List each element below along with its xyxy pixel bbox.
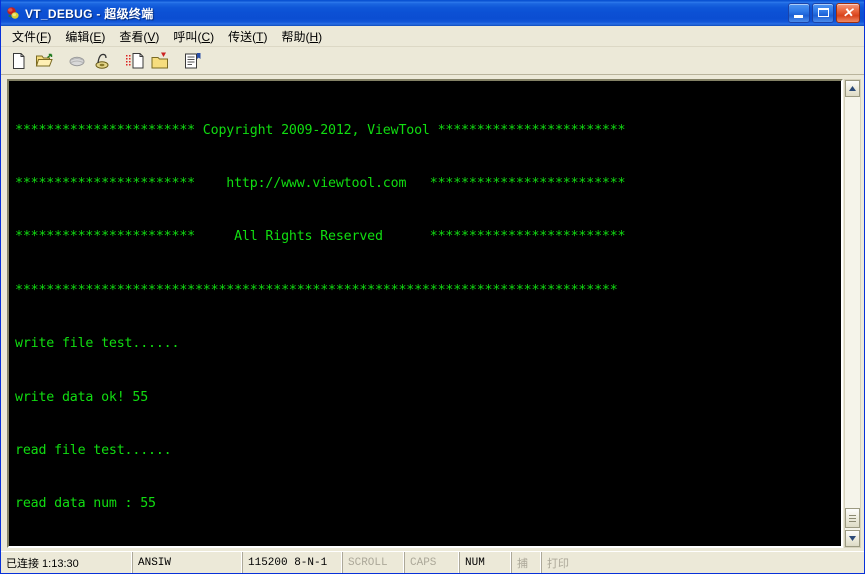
toolbar-separator <box>173 50 181 72</box>
toolbar-separator <box>57 50 65 72</box>
terminal-line: read file test...... <box>15 442 172 458</box>
minimize-button[interactable] <box>788 3 810 23</box>
window-controls: ✕ <box>788 3 862 23</box>
terminal-line: read data num : 55 <box>15 496 156 512</box>
status-print: 打印 <box>547 557 569 570</box>
menu-edit-label: 编辑 <box>65 29 90 44</box>
status-line-settings: 115200 8-N-1 <box>243 552 343 573</box>
menu-file-mnemonic: F <box>40 29 48 44</box>
scrollbar-grip-icon <box>849 514 856 522</box>
menu-view-mnemonic: V <box>147 29 156 44</box>
close-button[interactable]: ✕ <box>836 3 860 23</box>
client-area: *********************** Copyright 2009-2… <box>1 75 864 551</box>
status-caps: CAPS <box>405 552 460 573</box>
call-icon[interactable] <box>65 50 89 72</box>
menu-call-label: 呼叫 <box>173 29 198 44</box>
terminal-line: *********************** All Rights Reser… <box>15 229 626 245</box>
scroll-down-icon[interactable] <box>845 530 860 547</box>
terminal-line: *********************** Copyright 2009-2… <box>15 122 626 138</box>
menu-file-label: 文件 <box>12 29 37 44</box>
menu-help-mnemonic: H <box>309 29 319 44</box>
send-file-icon[interactable] <box>123 50 147 72</box>
terminal-output[interactable]: *********************** Copyright 2009-2… <box>9 81 841 546</box>
status-bar: 已连接 1:13:30 ANSIW 115200 8-N-1 SCROLL CA… <box>1 551 864 573</box>
title-bar[interactable]: VT_DEBUG - 超级终端 ✕ <box>1 0 864 26</box>
menu-bar: 文件(F) 编辑(E) 查看(V) 呼叫(C) 传送(T) 帮助(H) <box>1 26 864 47</box>
open-folder-icon[interactable] <box>32 50 56 72</box>
maximize-button[interactable] <box>812 3 834 23</box>
scroll-up-icon[interactable] <box>845 80 860 97</box>
status-capture: 捕 <box>512 552 542 573</box>
toolbar <box>1 47 864 75</box>
window-title: VT_DEBUG - 超级终端 <box>25 6 154 21</box>
status-num: NUM <box>460 552 512 573</box>
disconnect-icon[interactable] <box>90 50 114 72</box>
menu-transfer-mnemonic: T <box>256 29 264 44</box>
scrollbar-thumb[interactable] <box>845 508 860 528</box>
toolbar-separator <box>115 50 123 72</box>
scrollbar-track[interactable] <box>845 97 860 530</box>
properties-icon[interactable] <box>181 50 205 72</box>
status-scroll: SCROLL <box>343 552 405 573</box>
menu-edit-mnemonic: E <box>93 29 102 44</box>
terminal-frame: *********************** Copyright 2009-2… <box>7 79 843 548</box>
menu-call-mnemonic: C <box>201 29 211 44</box>
menu-view-label: 查看 <box>119 29 144 44</box>
terminal-line: ****************************************… <box>15 282 618 298</box>
menu-help[interactable]: 帮助(H) <box>274 26 329 47</box>
status-connection: 已连接 1:13:30 <box>1 552 133 573</box>
hyperterminal-icon <box>5 5 21 21</box>
menu-transfer[interactable]: 传送(T) <box>221 26 274 47</box>
hyperterminal-window: VT_DEBUG - 超级终端 ✕ 文件(F) 编辑(E) 查看(V) 呼叫(C… <box>0 0 865 574</box>
status-emulation: ANSIW <box>133 552 243 573</box>
receive-file-icon[interactable] <box>148 50 172 72</box>
menu-view[interactable]: 查看(V) <box>112 26 166 47</box>
close-icon: ✕ <box>842 5 854 20</box>
vertical-scrollbar[interactable] <box>844 79 861 548</box>
menu-call[interactable]: 呼叫(C) <box>166 26 221 47</box>
terminal-line: write data ok! 55 <box>15 389 149 405</box>
menu-transfer-label: 传送 <box>228 29 253 44</box>
menu-edit[interactable]: 编辑(E) <box>58 26 112 47</box>
terminal-line: *********************** http://www.viewt… <box>15 175 626 191</box>
terminal-line: write file test...... <box>15 336 180 352</box>
new-connection-icon[interactable] <box>7 50 31 72</box>
menu-file[interactable]: 文件(F) <box>5 26 58 47</box>
menu-help-label: 帮助 <box>281 29 306 44</box>
